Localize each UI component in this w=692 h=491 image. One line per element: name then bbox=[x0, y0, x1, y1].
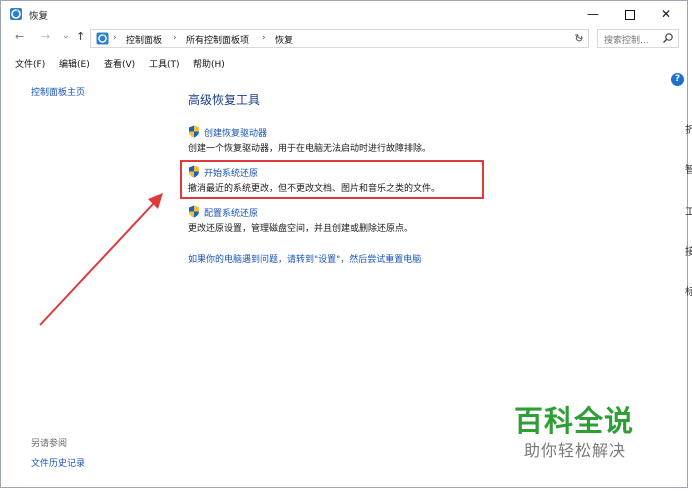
watermark-tagline: 助你轻松解决 bbox=[524, 441, 627, 460]
watermark-logo: 百科全说 bbox=[514, 404, 635, 438]
